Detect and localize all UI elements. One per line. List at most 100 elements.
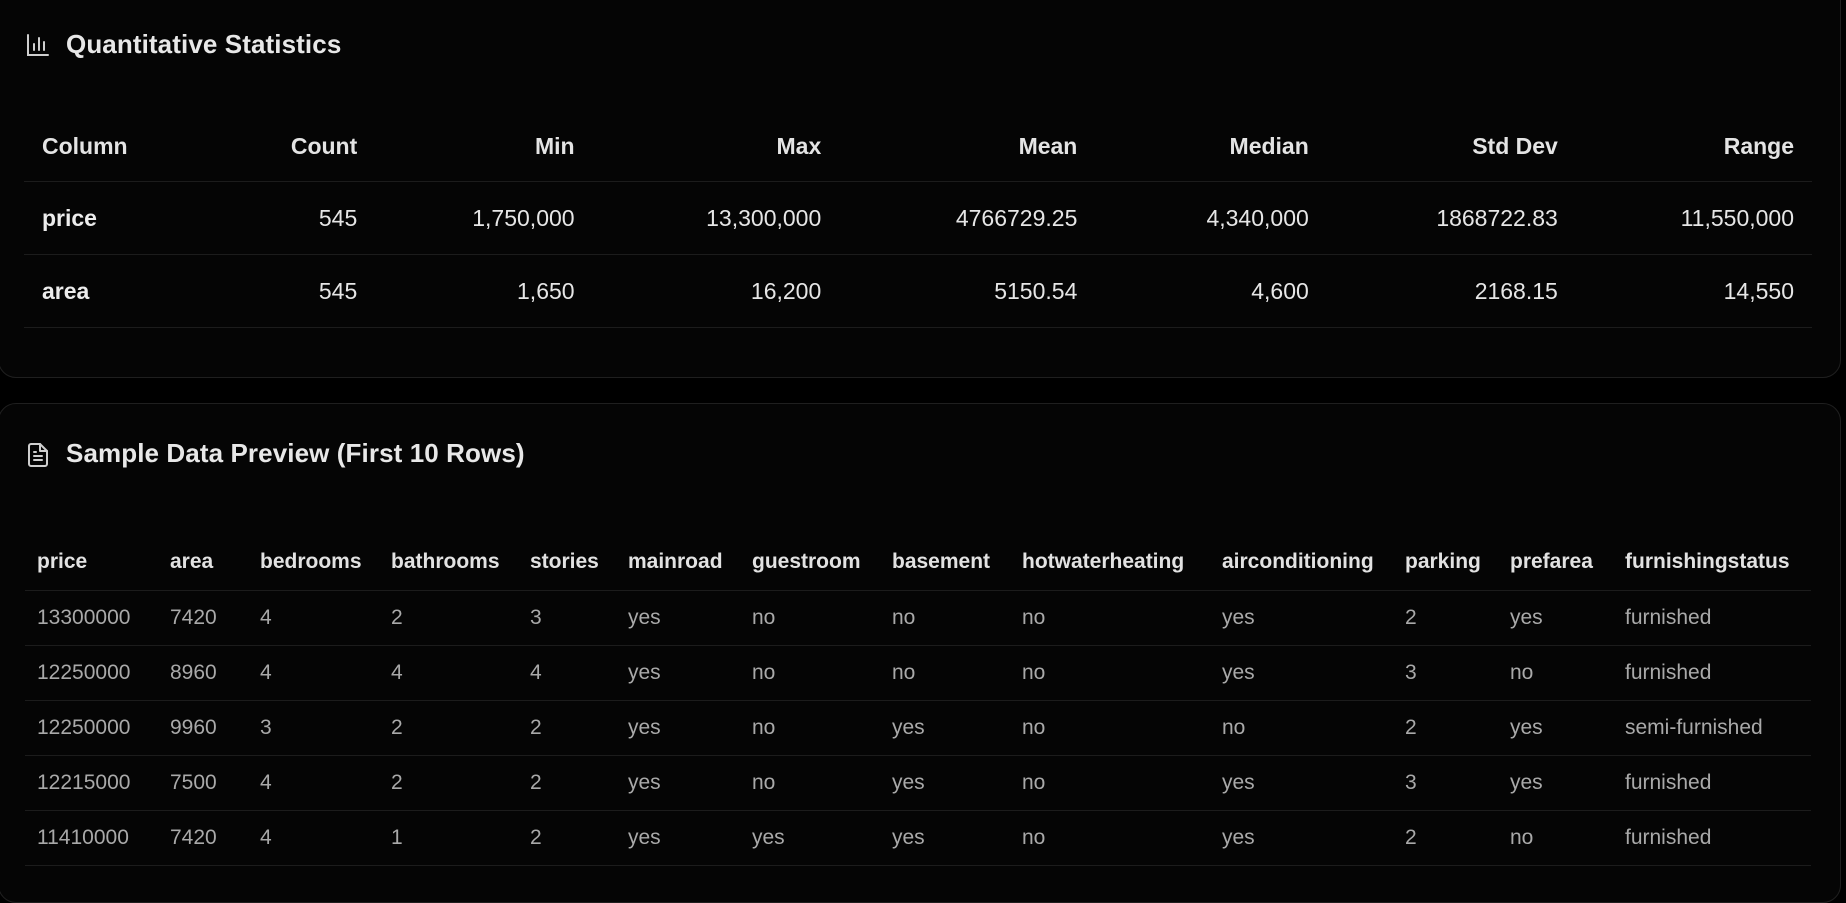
table-cell: furnished [1613, 755, 1811, 811]
table-cell: 2 [379, 755, 518, 811]
stats-cell: 1,650 [375, 254, 593, 328]
stats-row: area 545 1,650 16,200 5150.54 4,600 2168.15 14,… [24, 254, 1812, 328]
table-cell: no [1010, 645, 1210, 701]
stats-header-row: Column Count Min Max Mean Median Std Dev… [24, 111, 1812, 182]
preview-header-row: price area bedrooms bathrooms stories ma… [25, 533, 1811, 591]
table-cell: 12250000 [25, 645, 158, 701]
table-cell: yes [616, 645, 740, 701]
stats-cell: 11,550,000 [1575, 181, 1812, 255]
preview-col-header: stories [518, 533, 616, 591]
table-cell: 3 [1393, 645, 1498, 701]
table-cell: no [740, 645, 880, 701]
table-cell: 12215000 [25, 755, 158, 811]
stats-cell: 5150.54 [839, 254, 1096, 328]
table-row: 11410000 7420 4 1 2 yes yes yes no yes 2 no furnishe… [25, 810, 1811, 866]
preview-col-header: price [25, 533, 158, 591]
table-cell: 2 [1393, 700, 1498, 756]
stats-cell: 16,200 [592, 254, 840, 328]
table-cell: furnished [1613, 590, 1811, 646]
preview-header: Sample Data Preview (First 10 Rows) [26, 438, 525, 469]
table-cell: no [880, 645, 1010, 701]
table-cell: yes [1210, 810, 1393, 866]
table-cell: 2 [1393, 590, 1498, 646]
stats-cell: 2168.15 [1326, 254, 1576, 328]
table-cell: 2 [518, 755, 616, 811]
stats-table: Column Count Min Max Mean Median Std Dev… [24, 111, 1812, 328]
table-cell: yes [740, 810, 880, 866]
stats-cell: 1868722.83 [1326, 181, 1576, 255]
table-cell: 3 [518, 590, 616, 646]
stats-row-label: area [24, 254, 196, 328]
table-cell: 3 [248, 700, 379, 756]
table-cell: yes [880, 700, 1010, 756]
table-cell: 7500 [158, 755, 248, 811]
table-cell: 13300000 [25, 590, 158, 646]
quantitative-statistics-card: Quantitative Statistics Column Count Min… [0, 0, 1841, 378]
table-cell: no [1010, 755, 1210, 811]
bar-chart-icon [26, 33, 50, 57]
preview-col-header: furnishingstatus [1613, 533, 1811, 591]
table-cell: 9960 [158, 700, 248, 756]
table-cell: 4 [518, 645, 616, 701]
stats-cell: 4,600 [1095, 254, 1327, 328]
stats-col-header: Range [1575, 111, 1812, 182]
stats-row-label: price [24, 181, 196, 255]
table-cell: 4 [248, 645, 379, 701]
table-cell: no [740, 700, 880, 756]
table-cell: 4 [379, 645, 518, 701]
table-row: 12250000 8960 4 4 4 yes no no no yes 3 no furnished [25, 645, 1811, 701]
stats-cell: 545 [195, 254, 376, 328]
table-cell: 8960 [158, 645, 248, 701]
stats-title: Quantitative Statistics [66, 29, 342, 59]
table-cell: yes [616, 590, 740, 646]
preview-col-header: area [158, 533, 248, 591]
table-cell: yes [616, 810, 740, 866]
table-cell: no [1010, 700, 1210, 756]
preview-col-header: parking [1393, 533, 1498, 591]
sample-data-table: price area bedrooms bathrooms stories ma… [25, 533, 1811, 866]
table-cell: no [1010, 810, 1210, 866]
table-cell: yes [1210, 590, 1393, 646]
stats-col-header: Count [195, 111, 376, 182]
table-cell: 2 [518, 810, 616, 866]
table-cell: no [1498, 645, 1613, 701]
stats-header: Quantitative Statistics [26, 29, 341, 60]
table-cell: 7420 [158, 810, 248, 866]
table-cell: 2 [1393, 810, 1498, 866]
table-cell: furnished [1613, 810, 1811, 866]
table-cell: 3 [1393, 755, 1498, 811]
table-cell: 2 [379, 590, 518, 646]
table-cell: yes [1210, 755, 1393, 811]
stats-col-header: Std Dev [1326, 111, 1576, 182]
table-row: 13300000 7420 4 2 3 yes no no no yes 2 yes furnished [25, 590, 1811, 646]
table-cell: 2 [379, 700, 518, 756]
table-cell: no [1498, 810, 1613, 866]
stats-cell: 4,340,000 [1095, 181, 1327, 255]
stats-col-header: Column [24, 111, 196, 182]
table-cell: 4 [248, 590, 379, 646]
table-cell: 11410000 [25, 810, 158, 866]
stats-cell: 545 [195, 181, 376, 255]
stats-row: price 545 1,750,000 13,300,000 4766729.25 4,3… [24, 181, 1812, 255]
stats-col-header: Median [1095, 111, 1327, 182]
preview-col-header: hotwaterheating [1010, 533, 1210, 591]
table-cell: 2 [518, 700, 616, 756]
stats-cell: 14,550 [1575, 254, 1812, 328]
table-cell: yes [880, 810, 1010, 866]
preview-col-header: basement [880, 533, 1010, 591]
table-cell: yes [1498, 590, 1613, 646]
table-cell: yes [1498, 700, 1613, 756]
stats-cell: 1,750,000 [375, 181, 593, 255]
stats-cell: 4766729.25 [839, 181, 1096, 255]
table-cell: no [880, 590, 1010, 646]
table-cell: yes [616, 755, 740, 811]
preview-col-header: airconditioning [1210, 533, 1393, 591]
table-row: 12215000 7500 4 2 2 yes no yes no yes 3 yes furnishe… [25, 755, 1811, 811]
stats-cell: 13,300,000 [592, 181, 840, 255]
preview-title: Sample Data Preview (First 10 Rows) [66, 438, 525, 468]
preview-col-header: mainroad [616, 533, 740, 591]
preview-col-header: bathrooms [379, 533, 518, 591]
table-cell: furnished [1613, 645, 1811, 701]
table-cell: 4 [248, 810, 379, 866]
table-cell: no [1010, 590, 1210, 646]
